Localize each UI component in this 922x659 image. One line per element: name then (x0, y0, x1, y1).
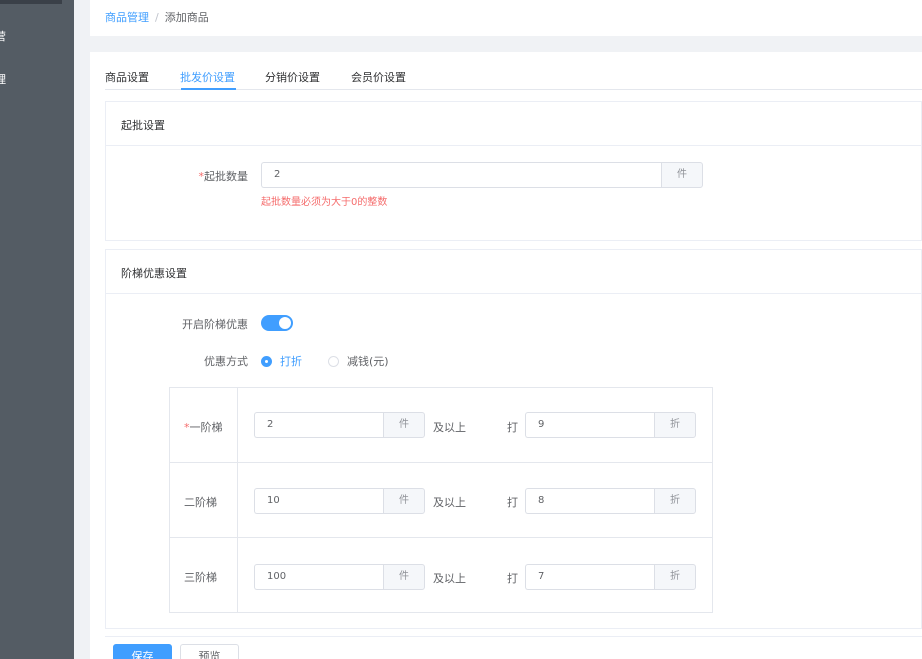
tier-discount-unit: 折 (654, 412, 696, 438)
breadcrumb-current: 添加商品 (164, 11, 209, 24)
tab-wholesale-price[interactable]: 批发价设置 (180, 69, 235, 85)
tier-qty-input[interactable]: 100 (254, 564, 383, 590)
enable-tiered-switch[interactable] (261, 315, 293, 331)
active-tab-indicator (181, 88, 236, 90)
tier-row: *一阶梯 2 件 及以上 打 9 折 (170, 388, 712, 463)
min-batch-input[interactable]: 2 (261, 162, 661, 188)
tier-discount-input[interactable]: 8 (525, 488, 654, 514)
tier-row: 二阶梯 10 件 及以上 打 8 折 (170, 463, 712, 538)
tier-discount-unit: 折 (654, 488, 696, 514)
radio-discount-amount[interactable]: 减钱(元) (328, 353, 389, 369)
tier-label: *一阶梯 (184, 419, 223, 435)
tier-label-cell: *一阶梯 (170, 388, 238, 462)
sidebar: 营 理 (0, 0, 74, 659)
tier-qty-unit: 件 (383, 488, 425, 514)
breadcrumb-bar: 商品管理 / 添加商品 (90, 0, 922, 36)
radio-dot (328, 355, 339, 367)
tier-above-text: 及以上 (433, 496, 466, 509)
tier-discount-input-group: 9 折 (525, 412, 696, 438)
tier-qty-unit: 件 (383, 412, 425, 438)
save-button[interactable]: 保存 (113, 644, 172, 659)
tiered-discount-panel: 阶梯优惠设置 开启阶梯优惠 优惠方式 打折 减钱(元) *一阶梯 2 件 及以上… (105, 249, 922, 629)
min-batch-error: 起批数量必须为大于0的整数 (261, 197, 388, 208)
breadcrumb-link-products[interactable]: 商品管理 (105, 11, 149, 24)
preview-button[interactable]: 预览 (180, 644, 239, 659)
breadcrumb: 商品管理 / 添加商品 (105, 9, 209, 25)
tab-member-price[interactable]: 会员价设置 (351, 69, 406, 85)
tab-distribution-price[interactable]: 分销价设置 (265, 69, 320, 85)
discount-mode-label: 优惠方式 (204, 355, 248, 368)
tier-above-text: 及以上 (433, 421, 466, 434)
tier-label-text: 一阶梯 (189, 421, 223, 434)
radio-label: 减钱(元) (347, 355, 389, 368)
sidebar-item-fragment[interactable]: 营 (0, 28, 6, 44)
switch-knob (279, 317, 291, 329)
min-batch-panel: 起批设置 *起批数量 2 件 起批数量必须为大于0的整数 (105, 101, 922, 241)
tier-discount-input-group: 7 折 (525, 564, 696, 590)
min-batch-title: 起批设置 (106, 102, 921, 146)
tier-qty-unit: 件 (383, 564, 425, 590)
tier-label: 三阶梯 (184, 571, 217, 584)
min-batch-unit: 件 (661, 162, 703, 188)
radio-label: 打折 (280, 355, 302, 368)
tier-table: *一阶梯 2 件 及以上 打 9 折 二阶梯 10 件 及以上 打 8 折 三阶… (169, 387, 713, 613)
tier-discount-input[interactable]: 7 (525, 564, 654, 590)
tiered-discount-title: 阶梯优惠设置 (106, 250, 921, 294)
tier-above-text: 及以上 (433, 572, 466, 585)
settings-tabs: 商品设置 批发价设置 分销价设置 会员价设置 (105, 62, 922, 90)
tier-qty-input-group: 10 件 (254, 488, 425, 514)
tier-qty-input[interactable]: 10 (254, 488, 383, 514)
tier-discount-unit: 折 (654, 564, 696, 590)
enable-tiered-label: 开启阶梯优惠 (182, 318, 248, 331)
tier-qty-input-group: 100 件 (254, 564, 425, 590)
sidebar-top-strip (0, 0, 62, 4)
tab-product-settings[interactable]: 商品设置 (105, 69, 149, 85)
tier-discount-prefix: 打 (507, 496, 518, 509)
tier-label-cell: 三阶梯 (170, 538, 238, 613)
sidebar-item-fragment[interactable]: 理 (0, 71, 6, 87)
tier-discount-input-group: 8 折 (525, 488, 696, 514)
tier-discount-prefix: 打 (507, 421, 518, 434)
breadcrumb-separator: / (155, 11, 159, 24)
min-batch-label: *起批数量 (166, 168, 249, 184)
min-batch-input-group: 2 件 (261, 162, 703, 188)
tier-qty-input[interactable]: 2 (254, 412, 383, 438)
radio-discount-percent[interactable]: 打折 (261, 353, 302, 369)
tier-label-cell: 二阶梯 (170, 463, 238, 537)
tier-row: 三阶梯 100 件 及以上 打 7 折 (170, 538, 712, 613)
tier-qty-input-group: 2 件 (254, 412, 425, 438)
main-card: 商品设置 批发价设置 分销价设置 会员价设置 起批设置 *起批数量 2 件 起批… (90, 52, 922, 659)
tier-discount-prefix: 打 (507, 572, 518, 585)
tier-label: 二阶梯 (184, 496, 217, 509)
tier-discount-input[interactable]: 9 (525, 412, 654, 438)
min-batch-label-text: 起批数量 (204, 170, 248, 183)
radio-dot (261, 355, 272, 367)
